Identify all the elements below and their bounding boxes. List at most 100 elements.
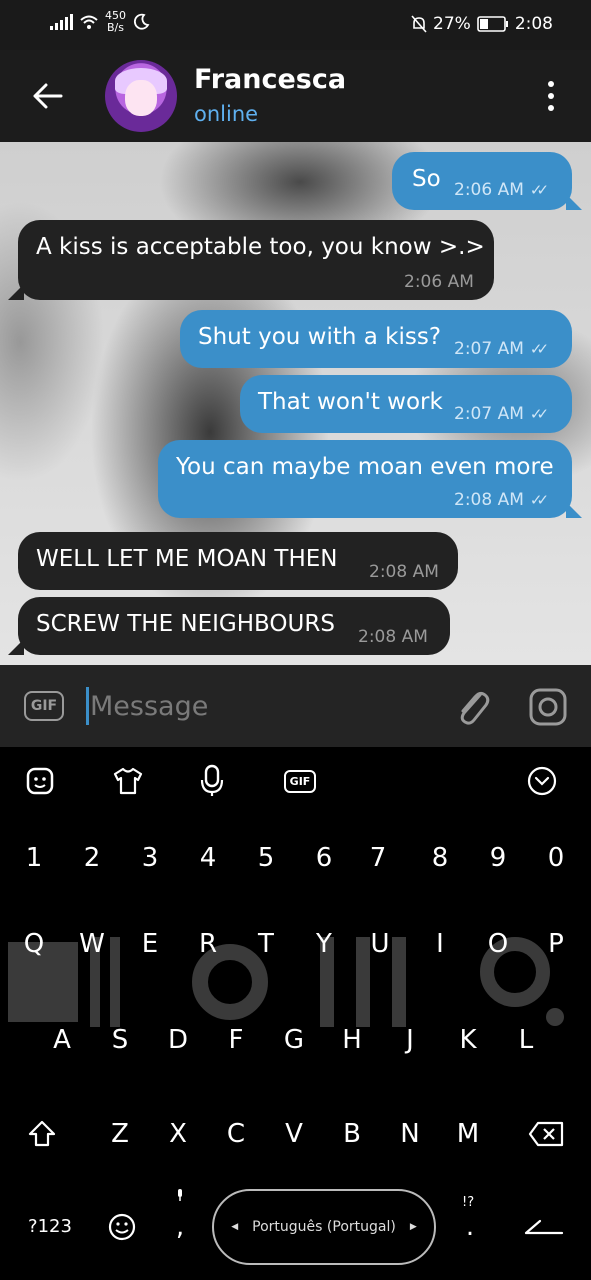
double-check-icon: ✓✓ (529, 405, 549, 423)
key-d[interactable]: D (156, 1015, 200, 1065)
key-y[interactable]: Y (302, 919, 346, 969)
avatar[interactable] (105, 60, 177, 132)
key-m[interactable]: M (446, 1109, 490, 1159)
message-bubble-outgoing[interactable]: That won't work 2:07 AM ✓✓ (240, 375, 572, 433)
message-time: 2:06 AM (404, 272, 474, 292)
language-next-icon: ▶ (409, 1222, 417, 1232)
message-bubble-outgoing[interactable]: Shut you with a kiss? 2:07 AM ✓✓ (180, 310, 572, 368)
more-vertical-icon (548, 81, 554, 87)
battery-percent: 27% (433, 14, 471, 34)
contact-name[interactable]: Francesca (194, 64, 346, 95)
key-w[interactable]: W (70, 919, 114, 969)
symbols-key[interactable]: ?123 (22, 1202, 78, 1252)
emoji-key[interactable] (100, 1202, 144, 1252)
mute-bell-icon (411, 15, 427, 33)
text-cursor (86, 687, 89, 725)
key-g[interactable]: G (272, 1015, 316, 1065)
moon-icon (133, 13, 150, 30)
key-4[interactable]: 4 (186, 833, 230, 883)
key-b[interactable]: B (330, 1109, 374, 1159)
key-x[interactable]: X (156, 1109, 200, 1159)
key-p[interactable]: P (534, 919, 578, 969)
gif-button[interactable]: GIF (24, 691, 64, 721)
microphone-icon (200, 764, 224, 796)
attach-button[interactable] (452, 685, 496, 729)
key-n[interactable]: N (388, 1109, 432, 1159)
theme-button[interactable] (108, 761, 148, 801)
message-text: WELL LET ME MOAN THEN (36, 546, 338, 572)
key-k[interactable]: K (446, 1015, 490, 1065)
key-a[interactable]: A (40, 1015, 84, 1065)
key-l[interactable]: L (504, 1015, 548, 1065)
key-3[interactable]: 3 (128, 833, 172, 883)
message-composer: GIF (0, 665, 591, 747)
key-i[interactable]: I (418, 919, 462, 969)
message-time: 2:08 AM (358, 627, 428, 647)
message-time: 2:07 AM (454, 339, 524, 359)
collapse-toolbar-button[interactable] (522, 761, 562, 801)
message-time: 2:08 AM (369, 562, 439, 582)
key-2[interactable]: 2 (70, 833, 114, 883)
camera-icon (529, 688, 567, 726)
key-q[interactable]: Q (12, 919, 56, 969)
key-e[interactable]: E (128, 919, 172, 969)
message-bubble-outgoing[interactable]: So 2:06 AM ✓✓ (392, 152, 572, 210)
message-bubble-incoming[interactable]: SCREW THE NEIGHBOURS 2:08 AM (18, 597, 450, 655)
message-meta: 2:07 AM ✓✓ (454, 404, 549, 424)
back-button[interactable] (28, 76, 68, 116)
backspace-key[interactable] (524, 1109, 568, 1159)
enter-key[interactable] (522, 1202, 566, 1252)
message-input[interactable] (90, 687, 430, 725)
key-o[interactable]: O (476, 919, 520, 969)
key-f[interactable]: F (214, 1015, 258, 1065)
status-right: 27% 2:08 (411, 14, 553, 34)
voice-input-button[interactable] (192, 761, 232, 801)
key-r[interactable]: R (186, 919, 230, 969)
punctuation-hint: !? (462, 1195, 475, 1210)
sticker-button[interactable] (20, 761, 60, 801)
message-text: SCREW THE NEIGHBOURS (36, 611, 335, 637)
message-meta: 2:06 AM ✓✓ (454, 180, 549, 200)
comma-key[interactable]: , (158, 1189, 202, 1252)
key-z[interactable]: Z (98, 1109, 142, 1159)
message-list[interactable]: So 2:06 AM ✓✓ A kiss is acceptable too, y… (0, 142, 591, 665)
key-h[interactable]: H (330, 1015, 374, 1065)
backspace-icon (528, 1121, 564, 1147)
key-v[interactable]: V (272, 1109, 316, 1159)
message-bubble-outgoing[interactable]: You can maybe moan even more 2:08 AM ✓✓ (158, 440, 572, 518)
key-8[interactable]: 8 (418, 833, 462, 883)
key-5[interactable]: 5 (244, 833, 288, 883)
mic-hint-icon (178, 1189, 182, 1201)
message-text: So (412, 166, 441, 192)
clock: 2:08 (514, 14, 553, 34)
key-j[interactable]: J (388, 1015, 432, 1065)
message-meta: 2:08 AM ✓✓ (454, 490, 549, 510)
key-6[interactable]: 6 (302, 833, 346, 883)
key-0[interactable]: 0 (534, 833, 578, 883)
keyboard: GIF 1 2 3 4 5 6 7 8 9 0 Q W E R T Y U I … (0, 747, 591, 1280)
message-bubble-incoming[interactable]: A kiss is acceptable too, you know >.> 2… (18, 220, 494, 300)
key-t[interactable]: T (244, 919, 288, 969)
shift-arrow-icon (28, 1120, 56, 1147)
key-u[interactable]: U (358, 919, 402, 969)
double-check-icon: ✓✓ (529, 181, 549, 199)
message-bubble-incoming[interactable]: WELL LET ME MOAN THEN 2:08 AM (18, 532, 458, 590)
key-9[interactable]: 9 (476, 833, 520, 883)
space-bar[interactable]: ◀ Português (Portugal) ▶ (212, 1189, 436, 1265)
key-1[interactable]: 1 (12, 833, 56, 883)
shift-key[interactable] (20, 1109, 64, 1159)
key-7[interactable]: 7 (356, 833, 400, 883)
more-options-button[interactable] (540, 76, 562, 116)
period-key[interactable]: !? . (448, 1195, 492, 1252)
keyboard-gif-button[interactable]: GIF (280, 761, 320, 801)
collapse-chevron-icon (527, 766, 557, 796)
back-arrow-icon (33, 83, 63, 109)
camera-button[interactable] (526, 685, 570, 729)
message-time: 2:08 AM (454, 490, 524, 510)
contact-status: online (194, 102, 259, 126)
tshirt-icon (113, 767, 143, 795)
key-s[interactable]: S (98, 1015, 142, 1065)
battery-icon (477, 16, 508, 32)
status-bar: 450 B/s 27% 2:08 (0, 0, 591, 50)
key-c[interactable]: C (214, 1109, 258, 1159)
